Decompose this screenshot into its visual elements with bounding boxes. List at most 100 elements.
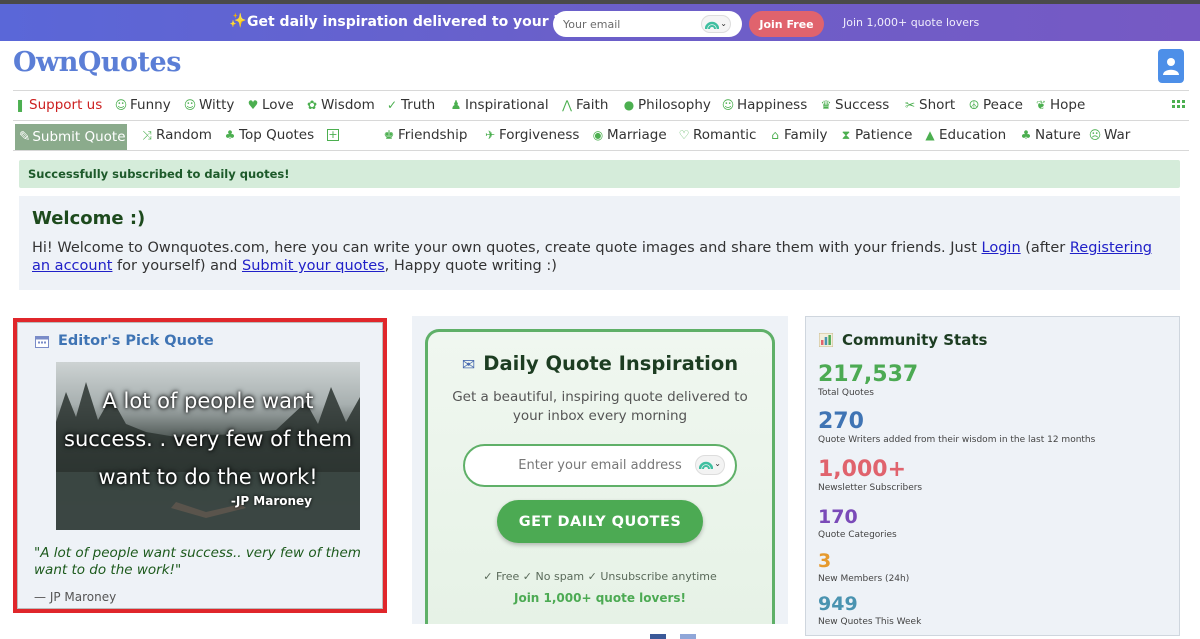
thumbs-up-icon: ♣ xyxy=(224,128,236,142)
editors-pick-title: Editor's Pick Quote xyxy=(35,333,214,349)
editors-pick-card: Editor's Pick Quote A lot of people want… xyxy=(13,318,387,613)
stat-newsletter-subscribers: 1,000+ Newsletter Subscribers xyxy=(818,459,923,494)
stat-value: 270 xyxy=(818,409,864,434)
nav-friendship[interactable]: ♚ Friendship xyxy=(382,127,468,143)
nav-love[interactable]: ♥ Love xyxy=(246,97,294,113)
user-icon xyxy=(1163,58,1179,75)
nav-funny[interactable]: ☺ Funny xyxy=(114,97,171,113)
nav-success[interactable]: ♛ Success xyxy=(819,97,890,113)
nav-patience[interactable]: ⧗ Patience xyxy=(839,127,913,143)
footer-strip xyxy=(395,624,805,639)
login-link[interactable]: Login xyxy=(982,240,1021,256)
home-icon: ⌂ xyxy=(771,128,779,142)
stat-new-members: 3 New Members (24h) xyxy=(818,550,909,584)
welcome-box: Welcome :) Hi! Welcome to Ownquotes.com,… xyxy=(19,196,1180,290)
join-free-button[interactable]: Join Free xyxy=(749,11,824,37)
editors-pick-author[interactable]: — JP Maroney xyxy=(34,590,116,604)
nav-hope[interactable]: ❦ Hope xyxy=(1034,97,1085,113)
peace-icon: ☮ xyxy=(968,98,980,112)
get-daily-quotes-button[interactable]: GET DAILY QUOTES xyxy=(497,500,703,543)
community-stats-title: Community Stats xyxy=(819,331,987,349)
quote-image[interactable]: A lot of people want success. . very few… xyxy=(56,362,360,530)
lightbulb-icon: ● xyxy=(623,98,635,112)
user-account-button[interactable] xyxy=(1158,49,1184,83)
nav-faith[interactable]: ⋀ Faith xyxy=(560,97,608,113)
nav-education[interactable]: ▲ Education xyxy=(923,127,1006,143)
smile-icon: ☺ xyxy=(114,98,128,112)
welcome-text: Hi! Welcome to Ownquotes.com, here you c… xyxy=(32,240,1152,274)
submit-quote-button[interactable]: ✎ Submit Quote xyxy=(15,124,127,150)
stat-quote-writers: 270 Quote Writers added from their wisdo… xyxy=(818,409,1096,446)
grid-menu-icon[interactable] xyxy=(1172,100,1186,112)
nav-happiness[interactable]: ☺ Happiness xyxy=(721,97,808,113)
stat-value: 217,537 xyxy=(818,362,919,387)
gear-icon: ✿ xyxy=(306,98,318,112)
hourglass-icon: ⧗ xyxy=(841,127,851,142)
nav-forgiveness[interactable]: ✈ Forgiveness xyxy=(483,127,579,143)
stat-label: Quote Categories xyxy=(818,530,897,540)
nav-random[interactable]: ⤨ Random xyxy=(140,127,212,143)
shuffle-icon: ⤨ xyxy=(142,127,152,142)
users-icon: ♚ xyxy=(383,128,395,142)
twitter-icon[interactable] xyxy=(680,634,696,639)
nav-support-us[interactable]: ❚ Support us xyxy=(13,97,102,113)
heart-icon: ♡ xyxy=(678,128,690,142)
pencil-icon: ✎ xyxy=(19,129,31,145)
stat-new-quotes-week: 949 New Quotes This Week xyxy=(818,593,921,627)
person-icon: ♟ xyxy=(450,98,462,112)
scissors-icon: ✂ xyxy=(904,98,916,112)
welcome-title: Welcome :) xyxy=(32,208,146,229)
stat-label: New Members (24h) xyxy=(818,574,910,584)
password-manager-icon[interactable]: ⌄ xyxy=(695,455,725,475)
mailbox-icon: ✉ xyxy=(461,355,476,374)
submit-quotes-link[interactable]: Submit your quotes xyxy=(242,258,385,274)
nav-peace[interactable]: ☮ Peace xyxy=(967,97,1023,113)
daily-quote-signup: ✉ Daily Quote Inspiration Get a beautiful… xyxy=(425,329,775,629)
praying-hands-icon: ⋀ xyxy=(562,98,572,112)
stat-label: Newsletter Subscribers xyxy=(818,483,923,493)
smile-icon: ☺ xyxy=(721,98,735,112)
nav-truth[interactable]: ✓ Truth xyxy=(385,97,435,113)
graduation-icon: ▲ xyxy=(925,128,935,142)
stat-value: 949 xyxy=(818,593,858,615)
password-manager-icon[interactable]: ⌄ xyxy=(701,15,731,33)
nav-witty[interactable]: ☺ Witty xyxy=(183,97,235,113)
stat-label: Quote Writers added from their wisdom in… xyxy=(818,435,1096,445)
stat-total-quotes: 217,537 Total Quotes xyxy=(818,362,919,399)
subscribe-success-alert: Successfully subscribed to daily quotes! xyxy=(19,160,1180,188)
daily-quote-subtitle: Get a beautiful, inspiring quote deliver… xyxy=(452,389,748,424)
nav-top-quotes[interactable]: ♣ Top Quotes xyxy=(223,127,315,143)
heart-icon: ♥ xyxy=(247,98,259,112)
daily-join-count: Join 1,000+ quote lovers! xyxy=(513,591,686,605)
stat-label: New Quotes This Week xyxy=(818,617,922,627)
smile-icon: ☺ xyxy=(183,98,197,112)
bar-chart-icon xyxy=(819,333,833,347)
stat-value: 3 xyxy=(818,550,832,572)
promo-headline: Get daily inspiration delivered to your … xyxy=(247,14,597,30)
community-stats-card: Community Stats 217,537 Total Quotes 270… xyxy=(805,316,1180,636)
daily-quote-title: ✉ Daily Quote Inspiration xyxy=(461,352,739,375)
stat-label: Total Quotes xyxy=(818,388,874,398)
dove-icon: ✈ xyxy=(484,128,496,142)
nav-nature[interactable]: ♣ Nature xyxy=(1019,127,1081,143)
nav-marriage[interactable]: ◉ Marriage xyxy=(591,127,667,143)
trophy-icon: ♛ xyxy=(820,98,832,112)
nav-war[interactable]: ☹ War xyxy=(1088,127,1131,143)
sparkle-icon: ✨ xyxy=(229,13,247,29)
calendar-icon xyxy=(35,335,49,348)
facebook-icon[interactable] xyxy=(650,634,666,639)
image-quote-author: -JP Maroney xyxy=(230,494,312,508)
image-quote-text: A lot of people want success. . very few… xyxy=(64,389,352,489)
nav-philosophy[interactable]: ● Philosophy xyxy=(622,97,711,113)
nav-short[interactable]: ✂ Short xyxy=(903,97,955,113)
leaf-icon: ❦ xyxy=(1035,98,1047,112)
category-nav-secondary: ✎ Submit Quote ⤨ Random ♣ Top Quotes + ♚ Fri… xyxy=(13,120,1189,151)
skull-icon: ☹ xyxy=(1088,128,1102,142)
nav-family[interactable]: ⌂ Family xyxy=(768,127,827,143)
expand-plus-icon[interactable]: + xyxy=(327,129,339,141)
nav-inspirational[interactable]: ♟ Inspirational xyxy=(449,97,549,113)
site-logo[interactable]: OwnQuotes xyxy=(13,47,181,78)
nav-romantic[interactable]: ♡ Romantic xyxy=(677,127,757,143)
nav-wisdom[interactable]: ✿ Wisdom xyxy=(305,97,375,113)
stat-value: 170 xyxy=(818,506,858,528)
